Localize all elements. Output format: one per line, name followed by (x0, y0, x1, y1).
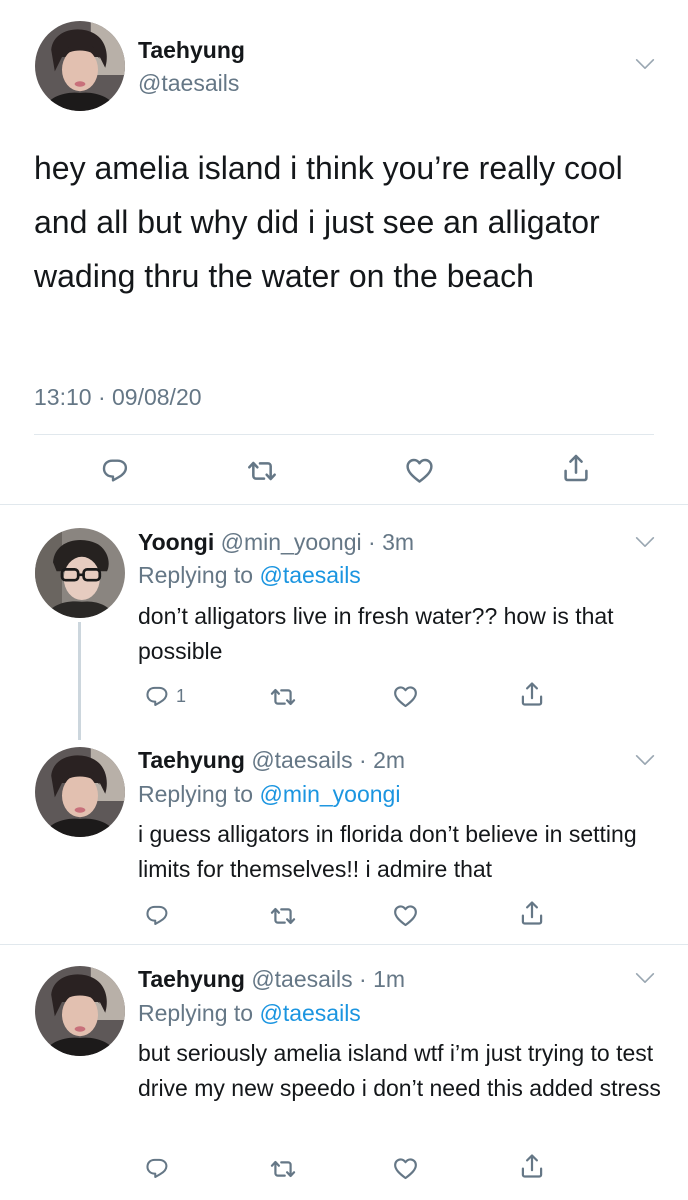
reply-icon (144, 902, 170, 928)
separator: · (361, 529, 383, 555)
reply-time[interactable]: 2m (373, 747, 405, 773)
heart-icon (392, 1155, 419, 1182)
reply-text: don’t alligators live in fresh water?? h… (138, 603, 614, 664)
replying-to-prefix: Replying to (138, 1000, 254, 1026)
separator: · (352, 747, 374, 773)
reply-time[interactable]: 3m (382, 529, 414, 555)
retweet-button[interactable] (269, 683, 297, 711)
like-button[interactable] (392, 683, 419, 710)
share-button[interactable] (560, 452, 592, 484)
replying-to-link[interactable]: @min_yoongi (259, 781, 400, 807)
heart-icon (392, 902, 419, 929)
chevron-down-icon[interactable] (631, 966, 659, 990)
avatar[interactable] (35, 528, 125, 618)
reply-button[interactable] (144, 902, 170, 928)
author-handle[interactable]: @taesails (251, 966, 352, 992)
like-button[interactable] (404, 455, 435, 486)
replying-to-link[interactable]: @taesails (259, 562, 360, 588)
reply-button[interactable]: 1 (144, 683, 186, 709)
replying-to-link[interactable]: @taesails (259, 1000, 360, 1026)
like-button[interactable] (392, 1155, 419, 1182)
reply-icon (144, 1155, 170, 1181)
heart-icon (392, 683, 419, 710)
chevron-down-icon[interactable] (631, 530, 659, 554)
author-handle[interactable]: @taesails (138, 70, 239, 97)
chevron-down-icon[interactable] (631, 748, 659, 772)
divider (34, 434, 654, 435)
replying-to-line: Replying to @taesails (138, 562, 361, 589)
reply-header: Yoongi @min_yoongi · 3m (138, 529, 414, 556)
replying-to-prefix: Replying to (138, 562, 254, 588)
author-name[interactable]: Yoongi (138, 529, 214, 555)
tweet-text: hey amelia island i think you’re really … (34, 150, 623, 294)
retweet-button[interactable] (269, 1155, 297, 1183)
share-button[interactable] (518, 680, 546, 708)
separator: · (352, 966, 374, 992)
divider (0, 944, 688, 945)
tweet-timestamp[interactable]: 13:10 · 09/08/20 (34, 384, 202, 411)
share-button[interactable] (518, 899, 546, 927)
retweet-icon (269, 902, 297, 930)
share-button[interactable] (518, 1152, 546, 1180)
replying-to-line: Replying to @min_yoongi (138, 781, 400, 808)
reply-time[interactable]: 1m (373, 966, 405, 992)
reply-icon (144, 683, 170, 709)
author-name[interactable]: Taehyung (138, 966, 245, 992)
retweet-icon (269, 683, 297, 711)
retweet-button[interactable] (246, 455, 278, 487)
replying-to-prefix: Replying to (138, 781, 254, 807)
avatar[interactable] (35, 966, 125, 1056)
reply-count: 1 (176, 685, 187, 706)
author-handle[interactable]: @taesails (251, 747, 352, 773)
author-name[interactable]: Taehyung (138, 37, 245, 64)
replying-to-line: Replying to @taesails (138, 1000, 361, 1027)
share-icon (560, 452, 592, 484)
author-handle[interactable]: @min_yoongi (221, 529, 362, 555)
reply-button[interactable] (100, 455, 130, 485)
avatar[interactable] (35, 21, 125, 111)
reply-button[interactable] (144, 1155, 170, 1181)
share-icon (518, 899, 546, 927)
retweet-icon (269, 1155, 297, 1183)
share-icon (518, 680, 546, 708)
chevron-down-icon[interactable] (631, 52, 659, 76)
author-name[interactable]: Taehyung (138, 747, 245, 773)
avatar[interactable] (35, 747, 125, 837)
heart-icon (404, 455, 435, 486)
reply-icon (100, 455, 130, 485)
retweet-button[interactable] (269, 902, 297, 930)
reply-header: Taehyung @taesails · 2m (138, 747, 405, 774)
reply-text: but seriously amelia island wtf i’m just… (138, 1040, 661, 1101)
thread-connector (78, 622, 81, 740)
divider (0, 504, 688, 505)
reply-header: Taehyung @taesails · 1m (138, 966, 405, 993)
reply-text: i guess alligators in florida don’t beli… (138, 821, 637, 882)
retweet-icon (246, 455, 278, 487)
like-button[interactable] (392, 902, 419, 929)
share-icon (518, 1152, 546, 1180)
